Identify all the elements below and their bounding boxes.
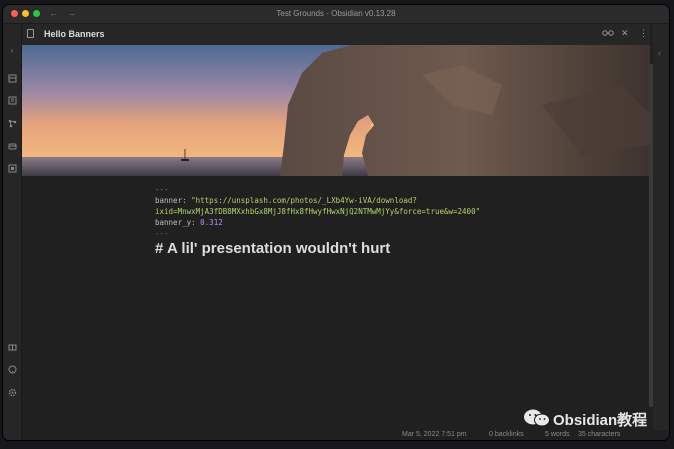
window-title: Test Grounds - Obsidian v0.13.28 <box>276 9 396 18</box>
graph-icon[interactable] <box>7 119 17 129</box>
banner-line: banner: "https://unsplash.com/photos/_LX… <box>155 195 615 206</box>
note-editor[interactable]: --- banner: "https://unsplash.com/photos… <box>155 184 615 257</box>
search-icon[interactable] <box>7 96 17 106</box>
chevron-left-icon[interactable]: ‹ <box>658 48 661 58</box>
status-words: 5 words <box>545 431 570 438</box>
banner-key: banner: <box>155 196 187 205</box>
status-modified: Mar 5, 2022 7:51 pm <box>402 431 467 438</box>
settings-icon[interactable] <box>7 388 17 398</box>
templates-icon[interactable] <box>7 142 17 152</box>
banner-image <box>22 45 650 176</box>
wechat-icon <box>524 409 550 427</box>
watermark: Obsidian教程 <box>521 406 661 430</box>
obsidian-window: ← → Test Grounds - Obsidian v0.13.28 › H… <box>3 5 669 440</box>
document-icon <box>27 29 34 38</box>
note-title: Hello Banners <box>44 29 105 39</box>
frontmatter-open: --- <box>155 185 169 194</box>
banner-url-part2: ixid=MnwxMjA3fDB8MXxhbGx8MjJ8fHx8fHwyfHw… <box>155 207 481 216</box>
note-pane: Hello Banners ✕ ⋮ --- banner: "https://u… <box>22 24 653 430</box>
banner-url-part1: "https://unsplash.com/photos/_LXb4Yw-iVA… <box>191 196 417 205</box>
right-sidebar-rail: ‹ <box>653 24 669 430</box>
banner-y-value: 0.312 <box>200 218 223 227</box>
status-characters: 35 characters <box>578 431 621 438</box>
collapse-icon[interactable]: › <box>7 46 17 56</box>
left-ribbon: › <box>3 24 22 440</box>
status-bar: Mar 5, 2022 7:51 pm 0 backlinks 5 words … <box>22 430 669 440</box>
watermark-text: Obsidian教程 <box>553 412 648 429</box>
banner-y-key: banner_y: <box>155 218 196 227</box>
calendar-icon[interactable] <box>7 164 17 174</box>
files-icon[interactable] <box>7 74 17 84</box>
status-backlinks[interactable]: 0 backlinks <box>489 431 524 438</box>
vault-icon[interactable] <box>7 343 17 353</box>
reading-mode-icon[interactable] <box>602 28 614 39</box>
pane-header: Hello Banners ✕ ⋮ <box>22 24 650 45</box>
frontmatter-close: --- <box>155 229 169 238</box>
close-icon[interactable]: ✕ <box>621 28 629 39</box>
more-options-icon[interactable]: ⋮ <box>639 28 648 39</box>
help-icon[interactable] <box>7 365 17 375</box>
banner-y-line: banner_y: 0.312 <box>155 217 615 228</box>
note-heading: # A lil' presentation wouldn't hurt <box>155 240 391 257</box>
title-bar: ← → Test Grounds - Obsidian v0.13.28 <box>3 5 669 24</box>
